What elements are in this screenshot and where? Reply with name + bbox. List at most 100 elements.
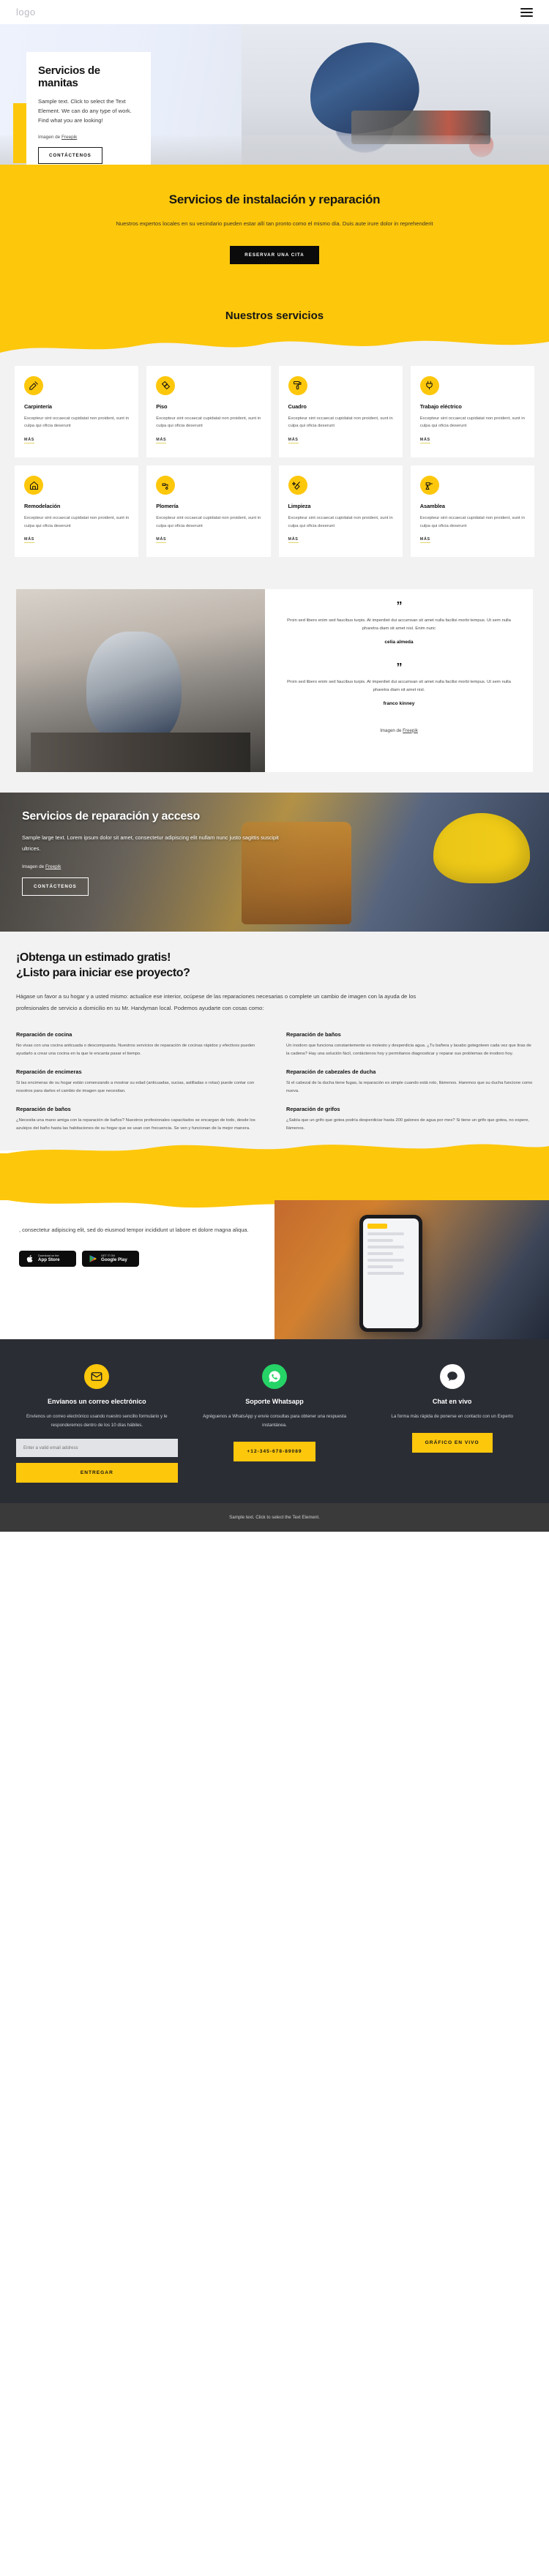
service-card[interactable]: Remodelación Excepteur sint occaecat cup… xyxy=(15,465,139,558)
email-field[interactable] xyxy=(16,1439,178,1458)
estimate-blocks: Reparación de cocina No vivas con una co… xyxy=(16,1031,533,1143)
service-body: Excepteur sint occaecat cupidatat non pr… xyxy=(156,416,261,429)
banner-title: Servicios de reparación y acceso xyxy=(22,810,200,823)
service-card[interactable]: Cuadro Excepteur sint occaecat cupidatat… xyxy=(278,365,403,458)
hero-contact-button[interactable]: CONTÁCTENOS xyxy=(38,147,102,165)
service-card[interactable]: Limpieza Excepteur sint occaecat cupidat… xyxy=(278,465,403,558)
submit-button[interactable]: ENTREGAR xyxy=(16,1463,178,1483)
brush-divider xyxy=(0,337,549,357)
service-more-link[interactable]: MÁS xyxy=(419,438,430,444)
service-card[interactable]: Plomería Excepteur sint occaecat cupidat… xyxy=(146,465,271,558)
testimonial-author: franco kinney xyxy=(383,700,415,706)
site-header: logo xyxy=(0,0,549,24)
freepik-link[interactable]: Freepik xyxy=(45,864,61,869)
service-card[interactable]: Trabajo eléctrico Excepteur sint occaeca… xyxy=(410,365,534,458)
service-more-link[interactable]: MÁS xyxy=(24,537,35,544)
whatsapp-phone-button[interactable]: +12-345-678-89089 xyxy=(234,1442,315,1462)
service-more-link[interactable]: MÁS xyxy=(156,537,167,544)
service-body: Excepteur sint occaecat cupidatat non pr… xyxy=(288,516,393,528)
block-heading: Reparación de cabezales de ducha xyxy=(286,1068,376,1076)
freepik-link[interactable]: Freepik xyxy=(61,135,77,140)
contact-footer: Envíanos un correo electrónico Envíenos … xyxy=(0,1338,549,1504)
service-card[interactable]: Asamblea Excepteur sint occaecat cupidat… xyxy=(410,465,534,558)
store-big-label: App Store xyxy=(38,1257,60,1263)
google-play-button[interactable]: GET IT ON Google Play xyxy=(82,1250,139,1267)
phone-screen xyxy=(363,1218,419,1328)
services-title: Nuestros servicios xyxy=(225,309,324,322)
block-heading: Reparación de baños xyxy=(286,1031,341,1038)
service-more-link[interactable]: MÁS xyxy=(24,438,35,444)
phone-line xyxy=(367,1251,394,1255)
estimate-title-line1: ¡Obtenga un estimado gratis! xyxy=(16,951,171,965)
store-small-label: Download on the xyxy=(38,1254,59,1257)
phone-line xyxy=(367,1271,404,1275)
column-text: Agréguenos a WhatsApp y envíe consultas … xyxy=(202,1413,347,1428)
landing-page: logo Servicios de manitas Sample text. C… xyxy=(0,0,549,1532)
hero-subtitle: Sample text. Click to select the Text El… xyxy=(38,97,132,124)
store-badge-text: GET IT ON Google Play xyxy=(101,1254,127,1263)
hamburger-menu-icon[interactable] xyxy=(520,7,533,17)
service-body: Excepteur sint occaecat cupidatat non pr… xyxy=(419,516,525,528)
service-more-link[interactable]: MÁS xyxy=(288,438,299,444)
service-body: Excepteur sint occaecat cupidatat non pr… xyxy=(419,416,525,429)
services-heading-band: Nuestros servicios xyxy=(0,297,549,339)
store-big-label: Google Play xyxy=(101,1257,127,1263)
store-badges: Download on the App Store GET IT ON Goog… xyxy=(19,1250,255,1267)
block-body: Si las encimeras de su hogar están comen… xyxy=(16,1081,255,1094)
flooring-tiles-icon xyxy=(156,375,176,395)
apple-icon xyxy=(26,1254,33,1262)
service-more-link[interactable]: MÁS xyxy=(156,438,167,444)
banner-contact-button[interactable]: CONTÁCTENOS xyxy=(22,877,89,896)
testimonial-image-credit: Imagen de Freepik xyxy=(283,725,515,733)
service-body: Excepteur sint occaecat cupidatat non pr… xyxy=(156,516,261,528)
app-text-column: , consectetur adipiscing elit, sed do ei… xyxy=(0,1200,274,1339)
service-name: Limpieza xyxy=(288,503,311,510)
block-heading: Reparación de grifos xyxy=(286,1106,340,1113)
hero-section: Servicios de manitas Sample text. Click … xyxy=(0,24,549,165)
testimonial-item: ” Proin sed libero enim sed faucibus tur… xyxy=(283,662,515,706)
service-card[interactable]: Carpintería Excepteur sint occaecat cupi… xyxy=(15,365,139,458)
banner-text: Nuestros expertos locales en su vecindar… xyxy=(116,220,433,227)
assembly-drill-icon xyxy=(419,476,439,495)
saw-tools-icon xyxy=(24,375,43,395)
hero-title: Servicios de manitas xyxy=(38,64,100,90)
store-small-label: GET IT ON xyxy=(101,1254,115,1257)
block-body: ¿Sabía que un grifo que gotea podría des… xyxy=(286,1118,530,1131)
credit-prefix: Imagen de xyxy=(38,135,61,141)
freepik-link[interactable]: Freepik xyxy=(403,728,418,733)
phone-line xyxy=(367,1265,394,1268)
estimate-title: ¡Obtenga un estimado gratis! ¿Listo para… xyxy=(16,951,533,981)
whatsapp-icon xyxy=(261,1363,287,1389)
testimonial-author: celia almeda xyxy=(384,639,414,645)
service-body: Excepteur sint occaecat cupidatat non pr… xyxy=(24,516,130,528)
column-title: Envíanos un correo electrónico xyxy=(48,1397,146,1405)
testimonial-item: ” Proin sed libero enim sed faucibus tur… xyxy=(283,601,515,645)
service-card[interactable]: Piso Excepteur sint occaecat cupidatat n… xyxy=(146,365,271,458)
logo[interactable]: logo xyxy=(16,7,36,18)
estimate-column-right: Reparación de baños Un inodoro que funci… xyxy=(286,1031,533,1143)
block-body: Un inodoro que funciona constantemente e… xyxy=(286,1044,531,1057)
services-grid: Carpintería Excepteur sint occaecat cupi… xyxy=(0,357,549,558)
block-heading: Reparación de cocina xyxy=(16,1031,72,1038)
app-section: , consectetur adipiscing elit, sed do ei… xyxy=(0,1199,549,1339)
book-appointment-button[interactable]: RESERVAR UNA CITA xyxy=(230,245,319,264)
testimonial-photo xyxy=(16,589,265,773)
block-body: Si el cabezal de la ducha tiene fugas, l… xyxy=(286,1081,533,1094)
service-more-link[interactable]: MÁS xyxy=(288,537,299,544)
block-body: ¿Necesita una mano amiga con la reparaci… xyxy=(16,1118,255,1131)
app-store-button[interactable]: Download on the App Store xyxy=(19,1250,76,1267)
chat-bubble-icon xyxy=(439,1363,465,1389)
faucet-drip-icon xyxy=(156,476,176,495)
electric-plug-icon xyxy=(419,375,439,395)
live-chat-button[interactable]: GRÁFICO EN VIVO xyxy=(411,1432,493,1453)
testimonial-text: Proin sed libero enim sed faucibus turpi… xyxy=(287,618,511,632)
banner-title: Servicios de instalación y reparación xyxy=(168,192,381,206)
hero-card: Servicios de manitas Sample text. Click … xyxy=(26,52,151,165)
estimate-section: ¡Obtenga un estimado gratis! ¿Listo para… xyxy=(0,932,549,1150)
column-text: La forma más rápida de ponerse en contac… xyxy=(391,1413,513,1419)
testimonials-section: ” Proin sed libero enim sed faucibus tur… xyxy=(0,589,549,793)
block-heading: Reparación de encimeras xyxy=(16,1068,82,1076)
repair-access-banner: Servicios de reparación y acceso Sample … xyxy=(0,793,549,932)
column-title: Chat en vivo xyxy=(432,1397,472,1405)
service-more-link[interactable]: MÁS xyxy=(419,537,430,544)
